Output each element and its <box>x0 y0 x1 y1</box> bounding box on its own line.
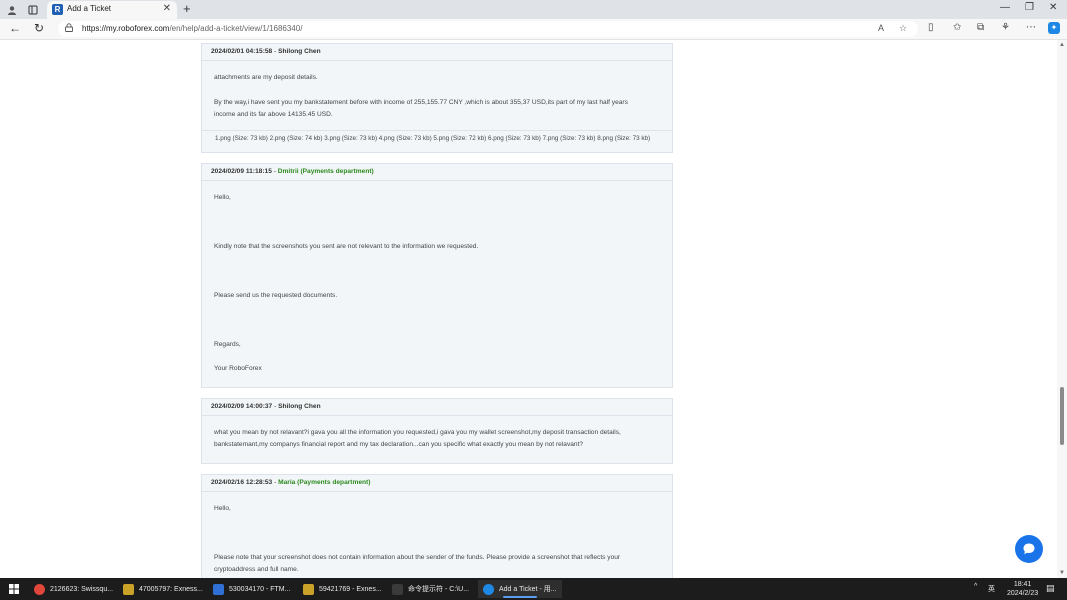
message-date: 2024/02/09 11:18:15 <box>211 168 272 175</box>
tab-add-a-ticket[interactable]: R Add a Ticket ✕ <box>47 1 177 19</box>
message-line: Your RoboForex <box>214 365 262 372</box>
restore-icon[interactable]: ❐ <box>1025 2 1034 13</box>
message-author: Maria (Payments department) <box>278 479 371 486</box>
url-input[interactable]: https://my.roboforex.com/en/help/add-a-t… <box>58 21 918 37</box>
app-icon <box>34 583 45 595</box>
scrollbar-thumb[interactable] <box>1060 387 1064 445</box>
clock[interactable]: 18:41 2024/2/23 <box>1007 580 1038 598</box>
ticket-message: 2024/02/09 14:00:37 - Shilong Chen what … <box>201 398 673 464</box>
url-host: https://my.roboforex.com <box>82 24 170 33</box>
app-icon <box>303 583 314 595</box>
message-header: 2024/02/09 11:18:15 - Dmitrii (Payments … <box>202 164 672 181</box>
windows-start-icon[interactable] <box>9 584 19 594</box>
clock-time: 18:41 <box>1013 581 1032 588</box>
message-author: Dmitrii (Payments department) <box>277 168 374 175</box>
split-screen-icon[interactable]: ▯ <box>928 22 934 33</box>
taskbar-item-active[interactable]: Add a Ticket - 用... <box>478 580 562 598</box>
close-tab-icon[interactable]: ✕ <box>163 3 171 14</box>
clock-date: 2024/2/23 <box>1007 590 1039 597</box>
roboforex-favicon-icon: R <box>52 4 63 15</box>
refresh-icon[interactable]: ↻ <box>34 21 44 35</box>
notification-icon[interactable]: ▤ <box>1046 583 1055 594</box>
message-header: 2024/02/16 12:28:53 - Maria (Payments de… <box>202 475 672 492</box>
message-line: attachments are my deposit details. <box>214 74 318 81</box>
message-line: Hello, <box>214 194 231 201</box>
message-author: Shilong Chen <box>278 403 321 410</box>
ticket-message: 2024/02/09 11:18:15 - Dmitrii (Payments … <box>201 163 673 388</box>
app-icon <box>213 583 224 595</box>
favorites-icon[interactable]: ✩ <box>953 22 961 33</box>
extensions-icon[interactable]: ⚘ <box>1001 22 1010 33</box>
collections-icon[interactable]: ⧉ <box>977 22 984 33</box>
message-date: 2024/02/09 14:00:37 <box>211 403 273 410</box>
message-line: Regards, <box>214 341 241 348</box>
lock-icon <box>65 23 73 32</box>
message-header: 2024/02/09 14:00:37 - Shilong Chen <box>202 399 672 416</box>
message-line: Please note that your screenshot does no… <box>214 554 621 561</box>
scroll-down-icon[interactable]: ▼ <box>1059 570 1065 576</box>
new-tab-icon[interactable]: + <box>183 1 191 16</box>
ticket-message: 2024/02/16 12:28:53 - Maria (Payments de… <box>201 474 673 578</box>
tab-title: Add a Ticket <box>67 4 112 13</box>
browser-address-bar: ← ↻ https://my.roboforex.com/en/help/add… <box>0 19 1067 40</box>
read-aloud-icon[interactable]: A <box>878 23 884 33</box>
copilot-icon[interactable]: ✦ <box>1048 22 1060 34</box>
message-line: Hello, <box>214 505 231 512</box>
taskbar-item[interactable]: 59421769 - Exnes... <box>303 580 382 598</box>
page-scrollbar[interactable]: ▲ ▼ <box>1057 40 1067 578</box>
message-line: Please send us the requested documents. <box>214 292 338 299</box>
attachment-links[interactable]: 1.png (Size: 73 kb) 2.png (Size: 74 kb) … <box>215 135 650 142</box>
active-indicator <box>503 596 537 598</box>
url-text: https://my.roboforex.com/en/help/add-a-t… <box>82 24 302 33</box>
app-icon <box>123 583 134 595</box>
minimize-icon[interactable]: — <box>1000 2 1010 13</box>
profile-icon[interactable] <box>5 3 19 17</box>
message-date: 2024/02/01 04:15:58 <box>211 48 273 55</box>
message-line: bankstatemant,my companys financial repo… <box>214 441 584 448</box>
url-path: /en/help/add-a-ticket/view/1/1686340/ <box>169 24 303 33</box>
message-line: Kindly note that the screenshots you sen… <box>214 243 479 250</box>
message-line: cryptoaddress and full name. <box>214 566 299 573</box>
scroll-up-icon[interactable]: ▲ <box>1059 42 1065 48</box>
more-menu-icon[interactable]: ⋯ <box>1026 22 1036 33</box>
taskbar-item[interactable]: 530034170 - FTM... <box>213 580 290 598</box>
app-icon <box>392 583 403 595</box>
tray-overflow-icon[interactable]: ^ <box>974 583 977 590</box>
browser-tab-bar: R Add a Ticket ✕ + — ❐ ✕ <box>0 0 1067 19</box>
message-date: 2024/02/16 12:28:53 <box>211 479 273 486</box>
close-window-icon[interactable]: ✕ <box>1049 2 1057 13</box>
favorite-star-icon[interactable]: ☆ <box>899 23 907 34</box>
message-line: income and its far above 14135.45 USD. <box>214 111 333 118</box>
ticket-page: 2024/02/01 04:15:58 - Shilong Chen attac… <box>0 40 1067 578</box>
ime-indicator[interactable]: 英 <box>988 584 995 594</box>
message-header: 2024/02/01 04:15:58 - Shilong Chen <box>202 44 672 61</box>
attachments-list: 1.png (Size: 73 kb) 2.png (Size: 74 kb) … <box>202 130 672 153</box>
taskbar-item[interactable]: 47005797: Exness... <box>123 580 203 598</box>
message-line: By the way,i have sent you my bankstatem… <box>214 99 628 106</box>
taskbar-item[interactable]: 2126623: Swissqu... <box>34 580 113 598</box>
tab-actions-icon[interactable] <box>26 3 40 17</box>
back-icon[interactable]: ← <box>9 21 21 35</box>
windows-taskbar: 2126623: Swissqu... 47005797: Exness... … <box>0 578 1067 600</box>
edge-browser-icon <box>483 583 494 595</box>
live-chat-button[interactable] <box>1015 535 1043 563</box>
message-line: what you mean by not relavant?i gava you… <box>214 429 621 436</box>
ticket-message: 2024/02/01 04:15:58 - Shilong Chen attac… <box>201 43 673 153</box>
chat-bubble-icon <box>1023 543 1035 555</box>
message-author: Shilong Chen <box>278 48 321 55</box>
taskbar-item[interactable]: 命令提示符 - C:\U... <box>392 580 469 598</box>
